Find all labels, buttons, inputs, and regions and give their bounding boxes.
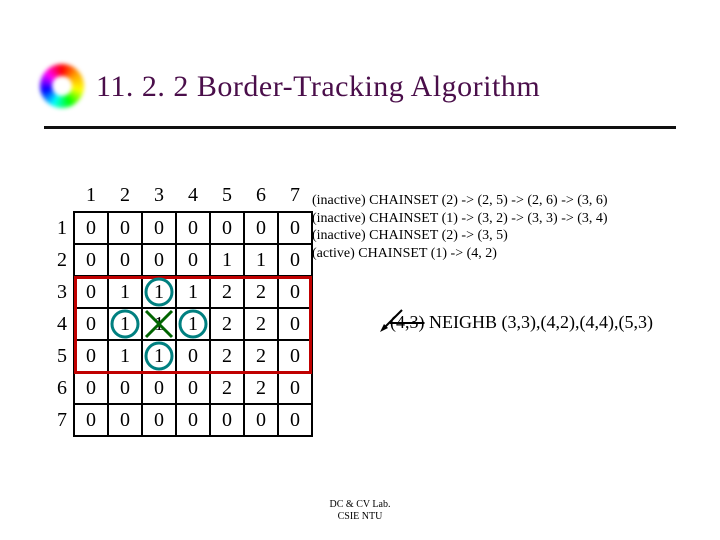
cell: 0 xyxy=(74,372,108,404)
cell: 0 xyxy=(176,340,210,372)
cell: 0 xyxy=(142,244,176,276)
cell: 0 xyxy=(142,404,176,436)
neighbors-line: (4,3) NEIGHB (3,3),(4,2),(4,4),(5,3) xyxy=(390,312,653,333)
cell: 0 xyxy=(74,244,108,276)
matrix: 1 2 3 4 5 6 7 1 0 0 0 0 0 0 0 2 0 xyxy=(40,180,313,437)
col-header: 2 xyxy=(108,180,142,212)
cell: 0 xyxy=(278,404,312,436)
cell: 2 xyxy=(244,276,278,308)
cell: 0 xyxy=(278,340,312,372)
cell: 0 xyxy=(142,212,176,244)
cell: 2 xyxy=(244,308,278,340)
cell: 0 xyxy=(210,212,244,244)
row-header: 7 xyxy=(40,404,74,436)
row-header: 2 xyxy=(40,244,74,276)
slide: 11. 2. 2 Border-Tracking Algorithm 1 2 3… xyxy=(0,0,720,540)
cell: 0 xyxy=(108,404,142,436)
chainset-line: (active) CHAINSET (1) -> (4, 2) xyxy=(312,245,608,263)
cell: 1 xyxy=(176,276,210,308)
cell: 1 xyxy=(108,340,142,372)
cell: 1 xyxy=(210,244,244,276)
col-header: 7 xyxy=(278,180,312,212)
row-header: 5 xyxy=(40,340,74,372)
cell: 0 xyxy=(74,276,108,308)
cell: 2 xyxy=(210,340,244,372)
cell: 0 xyxy=(278,276,312,308)
cell: 1 xyxy=(142,276,176,308)
col-header: 6 xyxy=(244,180,278,212)
footer-line: DC & CV Lab. xyxy=(0,499,720,511)
cell: 2 xyxy=(210,308,244,340)
row-header: 3 xyxy=(40,276,74,308)
chainset-line: (inactive) CHAINSET (2) -> (3, 5) xyxy=(312,227,608,245)
cell: 2 xyxy=(244,372,278,404)
cell: 1 xyxy=(176,308,210,340)
chainset-line: (inactive) CHAINSET (2) -> (2, 5) -> (2,… xyxy=(312,192,608,210)
matrix-row: 3 0 1 1 1 2 2 0 xyxy=(40,276,312,308)
cell: 0 xyxy=(176,212,210,244)
slide-title: 11. 2. 2 Border-Tracking Algorithm xyxy=(96,70,540,104)
corner-empty xyxy=(40,180,74,212)
cell: 0 xyxy=(74,212,108,244)
cell: 0 xyxy=(176,372,210,404)
matrix-row: 4 0 1 1 1 2 2 0 xyxy=(40,308,312,340)
cell: 0 xyxy=(108,212,142,244)
matrix-row: 6 0 0 0 0 2 2 0 xyxy=(40,372,312,404)
struck-coord: (4,3) xyxy=(390,312,425,332)
col-header: 3 xyxy=(142,180,176,212)
matrix-row: 7 0 0 0 0 0 0 0 xyxy=(40,404,312,436)
cell: 1 xyxy=(244,244,278,276)
cell: 0 xyxy=(142,372,176,404)
cell: 0 xyxy=(244,404,278,436)
cell: 0 xyxy=(176,244,210,276)
cell: 1 xyxy=(142,308,176,340)
cell: 0 xyxy=(74,340,108,372)
footer: DC & CV Lab. CSIE NTU xyxy=(0,499,720,522)
cell: 0 xyxy=(210,404,244,436)
cell: 0 xyxy=(278,244,312,276)
color-wheel-logo xyxy=(40,64,84,108)
cell: 0 xyxy=(176,404,210,436)
cell: 2 xyxy=(210,372,244,404)
cell: 0 xyxy=(278,372,312,404)
matrix-row: 1 0 0 0 0 0 0 0 xyxy=(40,212,312,244)
chainset-list: (inactive) CHAINSET (2) -> (2, 5) -> (2,… xyxy=(312,192,608,262)
col-header: 1 xyxy=(74,180,108,212)
matrix-table: 1 2 3 4 5 6 7 1 0 0 0 0 0 0 0 2 0 xyxy=(40,180,313,437)
col-header: 5 xyxy=(210,180,244,212)
col-header: 4 xyxy=(176,180,210,212)
cell: 0 xyxy=(108,244,142,276)
row-header: 1 xyxy=(40,212,74,244)
matrix-row: 2 0 0 0 0 1 1 0 xyxy=(40,244,312,276)
neighbors-text: NEIGHB (3,3),(4,2),(4,4),(5,3) xyxy=(425,312,653,332)
footer-line: CSIE NTU xyxy=(0,511,720,523)
matrix-header-row: 1 2 3 4 5 6 7 xyxy=(40,180,312,212)
cell: 1 xyxy=(142,340,176,372)
cell: 0 xyxy=(74,404,108,436)
cell: 1 xyxy=(108,308,142,340)
row-header: 4 xyxy=(40,308,74,340)
cell: 0 xyxy=(74,308,108,340)
cell: 0 xyxy=(108,372,142,404)
cell: 0 xyxy=(278,212,312,244)
cell: 1 xyxy=(108,276,142,308)
matrix-row: 5 0 1 1 0 2 2 0 xyxy=(40,340,312,372)
cell: 0 xyxy=(244,212,278,244)
cell: 0 xyxy=(278,308,312,340)
row-header: 6 xyxy=(40,372,74,404)
cell: 2 xyxy=(210,276,244,308)
title-underline xyxy=(44,126,676,129)
cell: 2 xyxy=(244,340,278,372)
chainset-line: (inactive) CHAINSET (1) -> (3, 2) -> (3,… xyxy=(312,210,608,228)
